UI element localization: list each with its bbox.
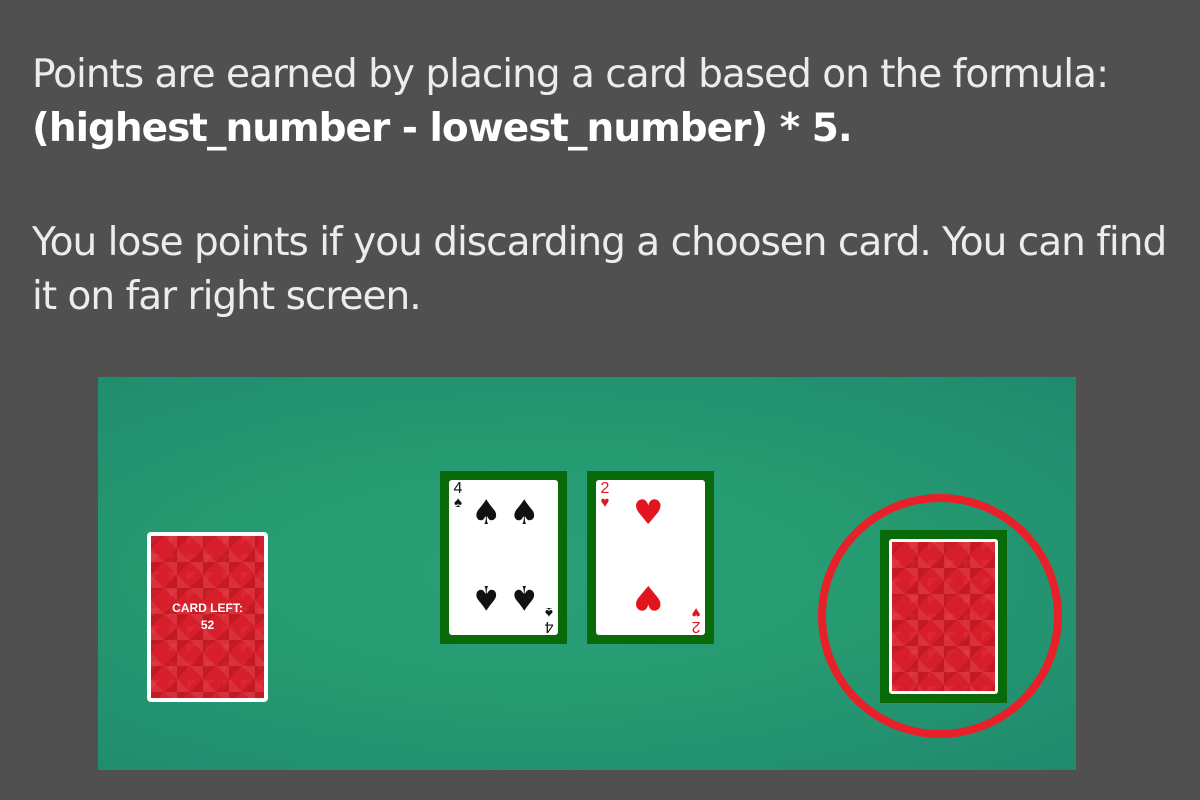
spade-icon: ♠ [471,577,502,617]
cards-left-count: 52 [200,618,215,632]
spade-icon: ♠ [509,577,540,617]
draw-deck[interactable]: CARD LEFT: 52 [147,532,268,702]
discard-highlight-circle [818,494,1062,738]
card-rank: 4 [544,618,554,635]
spade-icon: ♠ [509,493,540,533]
card-corner-top: 2 ♥ [598,481,612,511]
points-description: Points are earned by placing a card base… [32,52,1109,97]
playing-card-2-hearts[interactable]: 2 ♥ ♥ ♥ 2 ♥ [596,480,705,635]
card-slot-1[interactable]: 4 ♠ ♠ ♠ ♠ ♠ 4 ♠ [440,471,567,644]
points-formula: (highest_number - lowest_number) * 5. [32,106,853,151]
card-corner-bottom: 4 ♠ [542,604,556,635]
cards-left-label: CARD LEFT: 52 [151,600,264,634]
heart-icon: ♥ [633,577,664,617]
deck-card-back: CARD LEFT: 52 [151,536,264,698]
points-formula-paragraph: Points are earned by placing a card base… [32,48,1182,156]
heart-icon: ♥ [691,604,701,621]
card-corner-bottom: 2 ♥ [689,604,703,635]
cards-left-title: CARD LEFT: [172,601,243,615]
card-slot-2[interactable]: 2 ♥ ♥ ♥ 2 ♥ [587,471,714,644]
instructions-text: Points are earned by placing a card base… [32,48,1182,324]
spade-icon: ♠ [545,604,553,621]
card-rank: 2 [691,618,701,635]
discard-warning-paragraph: You lose points if you discarding a choo… [32,220,1167,319]
game-table: CARD LEFT: 52 4 ♠ ♠ ♠ ♠ ♠ 4 ♠ 2 ♥ ♥ ♥ 2 … [98,377,1076,770]
card-corner-top: 4 ♠ [451,481,465,511]
heart-icon: ♥ [633,493,664,533]
spade-icon: ♠ [454,494,462,511]
playing-card-4-spades[interactable]: 4 ♠ ♠ ♠ ♠ ♠ 4 ♠ [449,480,558,635]
spade-icon: ♠ [471,493,502,533]
heart-icon: ♥ [600,494,610,511]
